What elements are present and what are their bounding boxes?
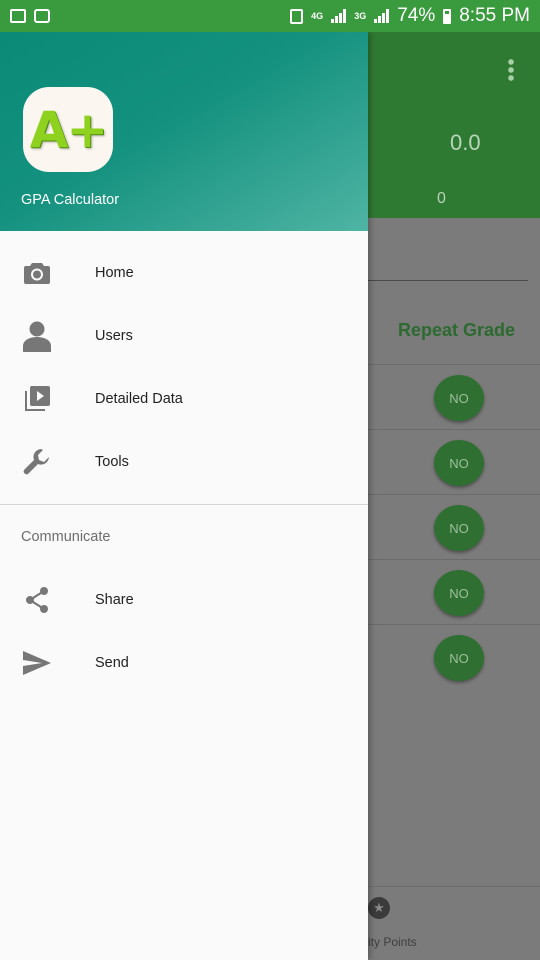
status-right: 4G 3G 74% 8:55 PM bbox=[290, 5, 530, 27]
table-row: NO bbox=[368, 624, 540, 689]
sim-icon bbox=[290, 8, 304, 24]
table-row: NO bbox=[368, 494, 540, 559]
user-icon bbox=[21, 320, 53, 352]
network-type-2: 3G bbox=[354, 10, 367, 21]
wrench-icon bbox=[21, 446, 53, 478]
repeat-toggle-button[interactable]: NO bbox=[434, 440, 484, 486]
gallery-icon bbox=[10, 9, 26, 23]
drawer-divider bbox=[0, 504, 368, 505]
drawer-item-home[interactable]: Home bbox=[0, 241, 368, 304]
app-logo: A+ bbox=[23, 87, 113, 172]
drawer-item-detailed-data[interactable]: Detailed Data bbox=[0, 367, 368, 430]
navigation-drawer: A+ GPA Calculator Home Users Detailed Da… bbox=[0, 32, 368, 960]
section-title-communicate: Communicate bbox=[21, 529, 111, 545]
status-bar: 4G 3G 74% 8:55 PM bbox=[0, 0, 540, 32]
drawer-item-tools[interactable]: Tools bbox=[0, 430, 368, 493]
bottom-navigation: ★ ity Points bbox=[368, 886, 540, 960]
status-left bbox=[10, 9, 50, 23]
repeat-toggle-button[interactable]: NO bbox=[434, 570, 484, 616]
share-icon bbox=[21, 584, 53, 616]
app-logo-text: A+ bbox=[29, 100, 109, 159]
battery-percent: 74% bbox=[397, 5, 436, 26]
table-row: NO bbox=[368, 429, 540, 494]
clock: 8:55 PM bbox=[459, 5, 530, 26]
drawer-item-label: Detailed Data bbox=[95, 390, 183, 407]
star-badge-icon[interactable]: ★ bbox=[368, 897, 390, 919]
gpa-score: 0.0 bbox=[450, 130, 481, 155]
drawer-item-send[interactable]: Send bbox=[0, 631, 368, 694]
course-count: 0 bbox=[437, 190, 446, 207]
drawer-item-label: Tools bbox=[95, 453, 129, 470]
more-options-icon[interactable] bbox=[508, 58, 514, 82]
bottom-nav-label[interactable]: ity Points bbox=[368, 935, 417, 949]
network-type-1: 4G bbox=[311, 10, 324, 21]
drawer-header: A+ GPA Calculator bbox=[0, 32, 368, 231]
repeat-toggle-button[interactable]: NO bbox=[434, 375, 484, 421]
drawer-item-label: Users bbox=[95, 327, 133, 344]
table-row: NO bbox=[368, 559, 540, 624]
wifi-icon bbox=[34, 9, 50, 23]
drawer-item-label: Send bbox=[95, 654, 129, 671]
signal-icon-2 bbox=[374, 9, 390, 23]
video-library-icon bbox=[21, 383, 53, 415]
table-row: NO bbox=[368, 364, 540, 429]
input-underline bbox=[368, 280, 528, 281]
drawer-item-users[interactable]: Users bbox=[0, 304, 368, 367]
drawer-item-label: Share bbox=[95, 591, 134, 608]
column-header-repeat-grade: Repeat Grade bbox=[398, 320, 516, 340]
signal-icon bbox=[331, 9, 347, 23]
drawer-item-label: Home bbox=[95, 264, 134, 281]
repeat-toggle-button[interactable]: NO bbox=[434, 635, 484, 681]
send-icon bbox=[21, 647, 53, 679]
repeat-toggle-button[interactable]: NO bbox=[434, 505, 484, 551]
camera-icon bbox=[21, 257, 53, 289]
drawer-item-share[interactable]: Share bbox=[0, 568, 368, 631]
battery-icon bbox=[443, 8, 452, 24]
app-name: GPA Calculator bbox=[21, 192, 120, 208]
